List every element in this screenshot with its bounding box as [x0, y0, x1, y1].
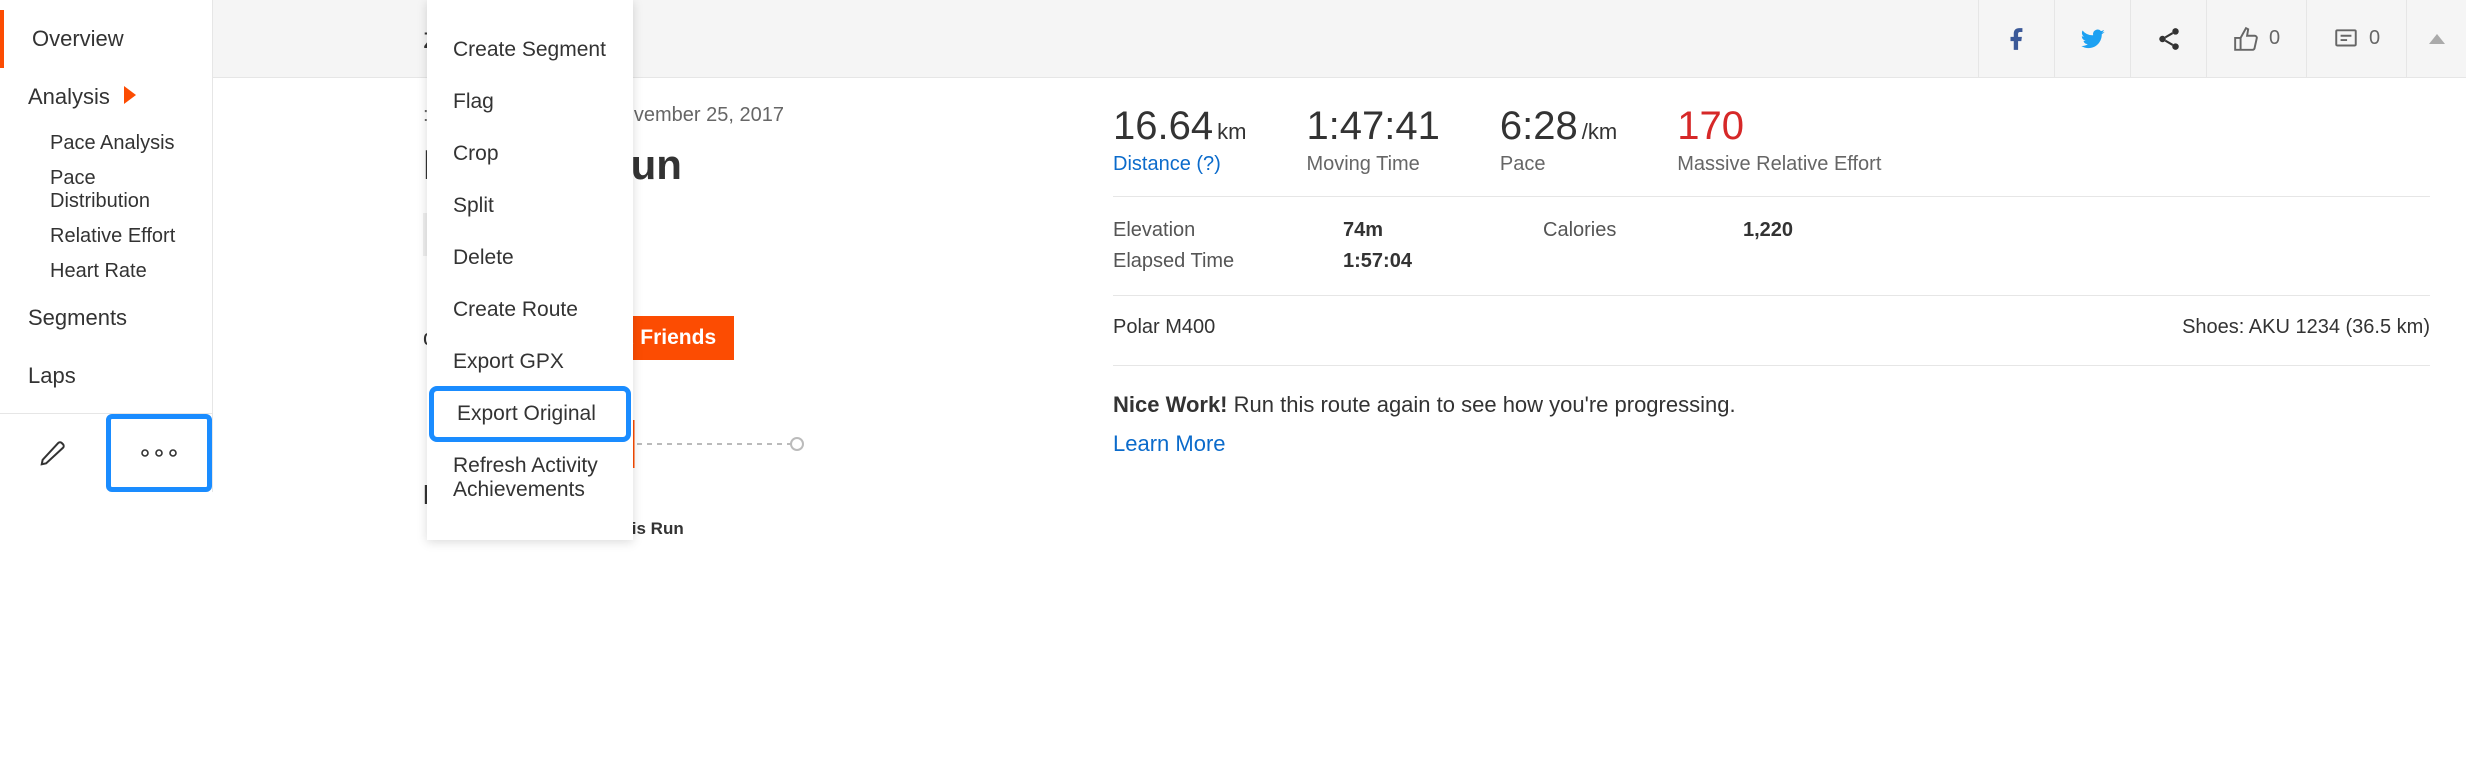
edit-button[interactable]	[0, 414, 106, 492]
main: Create Segment Flag Crop Split Delete Cr…	[213, 0, 2466, 539]
share-button[interactable]	[2130, 0, 2206, 78]
pace-label: Pace	[1500, 153, 1617, 176]
thumbs-up-icon	[2233, 26, 2259, 52]
sidebar-pace-analysis[interactable]: Pace Analysis	[0, 126, 212, 161]
facebook-icon	[2004, 26, 2030, 52]
sidebar-tools	[0, 413, 212, 492]
share-facebook-button[interactable]	[1978, 0, 2054, 78]
stat-distance: 16.64km Distance (?)	[1113, 104, 1246, 176]
sidebar-overview[interactable]: Overview	[0, 10, 212, 68]
stats-col: 16.64km Distance (?) 1:47:41 Moving Time…	[1113, 104, 2466, 539]
dd-export-gpx[interactable]: Export GPX	[427, 336, 633, 388]
more-button[interactable]	[106, 414, 213, 492]
elapsed-key: Elapsed Time	[1113, 250, 1343, 273]
dd-create-route[interactable]: Create Route	[427, 284, 633, 336]
stat-moving-time: 1:47:41 Moving Time	[1306, 104, 1439, 176]
more-dropdown: Create Segment Flag Crop Split Delete Cr…	[427, 0, 633, 540]
moving-time-label: Moving Time	[1306, 153, 1439, 176]
nice-work-bold: Nice Work!	[1113, 392, 1228, 417]
effort-label: Massive Relative Effort	[1677, 153, 1881, 176]
share-twitter-button[interactable]	[2054, 0, 2130, 78]
sidebar-relative-effort[interactable]: Relative Effort	[0, 219, 212, 254]
elevation-value: 74m	[1343, 219, 1543, 242]
stat-pace: 6:28/km Pace	[1500, 104, 1617, 176]
sidebar-laps[interactable]: Laps	[0, 347, 212, 405]
comment-icon	[2333, 26, 2359, 52]
comments-count: 0	[2369, 27, 2380, 50]
calories-key: Calories	[1543, 219, 1743, 242]
sidebar-analysis-label: Analysis	[28, 84, 110, 109]
stat-effort: 170 Massive Relative Effort	[1677, 104, 1881, 176]
moving-time-value: 1:47:41	[1306, 104, 1439, 149]
pace-value: 6:28	[1500, 104, 1578, 148]
distance-value: 16.64	[1113, 104, 1213, 148]
effort-value: 170	[1677, 104, 1881, 149]
twitter-icon	[2079, 25, 2107, 53]
sidebar-pace-distribution[interactable]: Pace Distribution	[0, 161, 212, 219]
dd-flag[interactable]: Flag	[427, 76, 633, 128]
sidebar: Overview Analysis Pace Analysis Pace Dis…	[0, 0, 213, 492]
share-icon	[2156, 26, 2182, 52]
distance-unit: km	[1217, 119, 1246, 144]
sidebar-segments[interactable]: Segments	[0, 289, 212, 347]
learn-more-link[interactable]: Learn More	[1113, 427, 2430, 460]
sidebar-analysis[interactable]: Analysis	[0, 68, 212, 126]
dd-crop[interactable]: Crop	[427, 128, 633, 180]
elevation-key: Elevation	[1113, 219, 1343, 242]
gear-row: Polar M400 Shoes: AKU 1234 (36.5 km)	[1113, 296, 2430, 366]
activity-summary: :51 AM on Saturday, November 25, 2017 Mo…	[213, 104, 1113, 539]
dd-create-segment[interactable]: Create Segment	[427, 24, 633, 76]
stats-secondary: Elevation 74m Calories 1,220 Elapsed Tim…	[1113, 197, 2430, 296]
sidebar-heart-rate[interactable]: Heart Rate	[0, 254, 212, 289]
dd-delete[interactable]: Delete	[427, 232, 633, 284]
viz-label: This Run	[611, 519, 1113, 539]
dd-split[interactable]: Split	[427, 180, 633, 232]
kudos-button[interactable]: 0	[2206, 0, 2306, 78]
ellipsis-icon	[139, 448, 179, 458]
comments-button[interactable]: 0	[2306, 0, 2406, 78]
elapsed-value: 1:57:04	[1343, 250, 1543, 273]
collapse-button[interactable]	[2406, 0, 2466, 78]
shoes-name: Shoes: AKU 1234 (36.5 km)	[2182, 316, 2430, 339]
header-actions: 0 0	[1978, 0, 2466, 78]
distance-label[interactable]: Distance (?)	[1113, 153, 1246, 176]
calories-value: 1,220	[1743, 219, 1793, 242]
pencil-icon	[38, 438, 68, 468]
nice-work: Nice Work! Run this route again to see h…	[1113, 366, 2430, 460]
device-name: Polar M400	[1113, 316, 1215, 339]
nice-work-text: Run this route again to see how you're p…	[1228, 392, 1736, 417]
stats-primary: 16.64km Distance (?) 1:47:41 Moving Time…	[1113, 104, 2430, 197]
triangle-up-icon	[2429, 34, 2445, 44]
dd-refresh-achievements[interactable]: Refresh Activity Achievements	[427, 440, 633, 516]
dd-export-original[interactable]: Export Original	[431, 388, 629, 440]
pace-unit: /km	[1582, 119, 1617, 144]
kudos-count: 0	[2269, 27, 2280, 50]
